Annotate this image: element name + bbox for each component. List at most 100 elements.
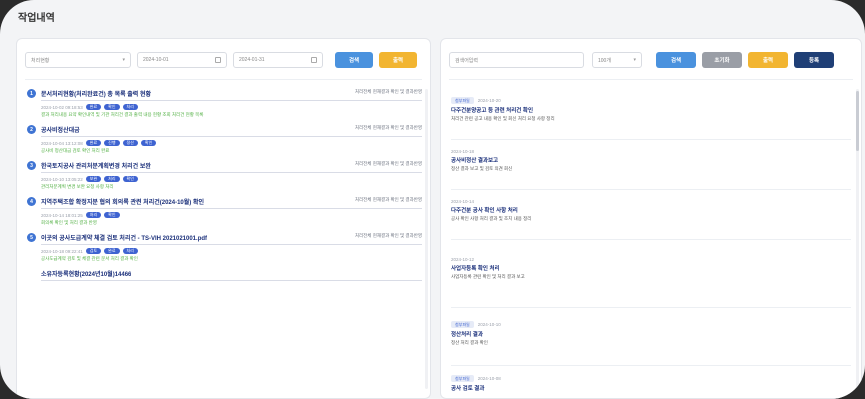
item-number: 2: [27, 125, 36, 134]
list-item[interactable]: 첨부파일 2024-10-20 다주건분양공고 등 관련 처리건 확인 처리건 관…: [451, 97, 851, 122]
list-item[interactable]: 2024-10-14 다주건분 공사 확인 사항 처리 공사 확인 사항 처리 …: [451, 199, 851, 222]
date-to-field[interactable]: 2024-01-31: [233, 52, 323, 68]
status-select[interactable]: 처리현황 ▾: [25, 52, 131, 68]
search-placeholder: 검색어입력: [455, 57, 479, 64]
tag: 완료: [85, 140, 102, 146]
divider: [451, 239, 851, 240]
right-panel: 검색어입력 100개 ▾ 검색 초기화 출력 등록 첨부파일 2024-10-20…: [440, 38, 862, 399]
tag: 처리: [122, 248, 138, 254]
item-title[interactable]: 다주건분양공고 등 관련 처리건 확인: [451, 106, 851, 114]
list-item[interactable]: 첨부파일 2024-10-08 공사 검토 결과: [451, 375, 851, 392]
list-item[interactable]: 5 이곳의 공사도급계약 체결 검토 처리건 - TS-VIH 20210210…: [27, 233, 422, 262]
search-button[interactable]: 검색: [656, 52, 696, 68]
item-body: 정산 결과 보고 및 검토 의견 회신: [451, 166, 513, 171]
calendar-icon: [311, 57, 317, 63]
item-description: 회의록 확인 및 처리 결과 반영: [41, 220, 97, 225]
tag: 보완: [85, 176, 102, 182]
attachment-badge: 첨부파일: [451, 375, 474, 382]
list-item-title-partial[interactable]: 소유자등록현황(2024년10월)14466: [41, 269, 422, 281]
left-filter-row: 처리현황 ▾ 2024-10-01 2024-01-31 검색 출력: [25, 51, 422, 80]
divider: [451, 189, 851, 190]
item-description: 공사도급계약 검토 및 체결 관련 문서 처리 결과 확인: [41, 256, 138, 261]
page-size-select[interactable]: 100개 ▾: [592, 52, 642, 68]
export-button[interactable]: 출력: [379, 52, 417, 68]
list-item[interactable]: 3 한국토지공사 관리처분계획변경 처리건 보완 처리전체 현재결과 확인 및 결…: [27, 161, 422, 190]
tag: 검토: [85, 248, 102, 254]
item-body: 정산 처리 결과 확인: [451, 340, 488, 345]
tag: 확인: [140, 140, 157, 146]
item-description: 관리처분계획 변경 보완 요청 사항 처리: [41, 184, 114, 189]
search-button[interactable]: 검색: [335, 52, 373, 68]
divider: [451, 365, 851, 366]
status-select-value: 처리현황: [31, 57, 50, 64]
item-side-text: 처리전체 현재결과 확인 및 결과반영: [354, 89, 422, 94]
right-filter-row: 검색어입력 100개 ▾ 검색 초기화 출력 등록: [449, 51, 853, 80]
list-item[interactable]: 첨부파일 2024-10-10 정산처리 결과 정산 처리 결과 확인: [451, 321, 851, 346]
item-title[interactable]: 이곳의 공사도급계약 체결 검토 처리건 - TS-VIH 2021021001…: [41, 233, 207, 242]
attachment-badge: 첨부파일: [451, 97, 474, 104]
list-item[interactable]: 2 공사비정산대금 처리전체 현재결과 확인 및 결과반영 2024-10-04 …: [27, 125, 422, 154]
tag: 처리: [122, 104, 138, 110]
item-title[interactable]: 정산처리 결과: [451, 330, 851, 338]
item-side-text: 처리전체 현재결과 확인 및 결과반영: [354, 125, 422, 130]
tag: 처리: [104, 176, 120, 182]
item-side-text: 처리전체 현재결과 확인 및 결과반영: [354, 197, 422, 202]
item-date: 2024-10-18: [451, 149, 475, 154]
scrollbar-track[interactable]: [425, 89, 428, 389]
tag: 확인: [122, 176, 138, 182]
date-from-value: 2024-10-01: [143, 57, 169, 63]
tag: 확인: [104, 212, 120, 218]
chevron-down-icon: ▾: [633, 57, 636, 63]
reset-button[interactable]: 초기화: [702, 52, 742, 68]
item-number: 3: [27, 161, 36, 170]
item-number: 5: [27, 233, 36, 242]
search-input[interactable]: 검색어입력: [449, 52, 584, 68]
item-date: 2024-10-14: [451, 199, 475, 204]
calendar-icon: [215, 57, 221, 63]
item-number: 4: [27, 197, 36, 206]
left-panel: 처리현황 ▾ 2024-10-01 2024-01-31 검색 출력 1 문서처…: [16, 38, 431, 399]
scrollbar-thumb[interactable]: [856, 91, 859, 151]
item-date: 2024-10-18 09:22:41: [41, 248, 83, 254]
list-item[interactable]: 2024-10-18 공사비정산 결과보고 정산 결과 보고 및 검토 의견 회…: [451, 149, 851, 172]
list-item[interactable]: 4 지역주택조합 확정지분 협의 회의록 관련 처리건(2024-10월) 확인…: [27, 197, 422, 226]
item-date: 2024-10-12: [451, 257, 475, 262]
history-list: 1 문서처리현황(처리완료건) 총 목록 출력 현황 처리전체 현재결과 확인 및…: [27, 89, 422, 281]
tag: 완료: [85, 104, 102, 110]
item-title[interactable]: 공사비정산 결과보고: [451, 156, 851, 164]
item-side-text: 처리전체 현재결과 확인 및 결과반영: [354, 233, 422, 238]
item-title[interactable]: 공사비정산대금: [41, 125, 80, 134]
attachment-badge: 첨부파일: [451, 321, 474, 328]
add-button[interactable]: 등록: [794, 52, 834, 68]
item-title[interactable]: 사업자등록 확인 처리: [451, 264, 851, 272]
tag: 완료: [104, 248, 120, 254]
date-from-field[interactable]: 2024-10-01: [137, 52, 227, 68]
app-frame: 작업내역 처리현황 ▾ 2024-10-01 2024-01-31 검색 출력 …: [0, 0, 865, 399]
item-number: 1: [27, 89, 36, 98]
item-description: 공사비 정산대금 검토 확인 처리 완료: [41, 148, 110, 153]
item-date: 2024-10-20: [477, 98, 501, 103]
item-title[interactable]: 다주건분 공사 확인 사항 처리: [451, 206, 851, 214]
date-to-value: 2024-01-31: [239, 57, 265, 63]
tag: 처리: [85, 212, 102, 218]
item-title[interactable]: 소유자등록현황(2024년10월)14466: [41, 269, 131, 278]
item-title[interactable]: 공사 검토 결과: [451, 384, 851, 392]
divider: [451, 307, 851, 308]
item-date: 2024-10-08: [477, 376, 501, 381]
page-size-value: 100개: [598, 57, 611, 64]
export-button[interactable]: 출력: [748, 52, 788, 68]
item-description: 결과 처리내용 요약 확인내역 및 기관 처리건 결과 출력 내용 현황 조회 …: [41, 112, 204, 117]
item-side-text: 처리전체 현재결과 확인 및 결과반영: [354, 161, 422, 166]
item-title[interactable]: 지역주택조합 확정지분 협의 회의록 관련 처리건(2024-10월) 확인: [41, 197, 204, 206]
item-date: 2024-10-04 13:12:08: [41, 140, 83, 146]
item-title[interactable]: 한국토지공사 관리처분계획변경 처리건 보완: [41, 161, 151, 170]
item-body: 처리건 관련 공고 내용 확인 및 회신 처리 요청 사항 정리: [451, 116, 555, 121]
list-item[interactable]: 1 문서처리현황(처리완료건) 총 목록 출력 현황 처리전체 현재결과 확인 및…: [27, 89, 422, 118]
item-date: 2024-10-10: [477, 322, 501, 327]
list-item[interactable]: 2024-10-12 사업자등록 확인 처리 사업자등록 관련 확인 및 처리 …: [451, 257, 851, 280]
tag: 진행: [104, 140, 120, 146]
divider: [451, 139, 851, 140]
item-date: 2024-10-02 09:18:53: [41, 104, 83, 110]
item-body: 사업자등록 관련 확인 및 처리 결과 보고: [451, 274, 525, 279]
item-title[interactable]: 문서처리현황(처리완료건) 총 목록 출력 현황: [41, 89, 151, 98]
